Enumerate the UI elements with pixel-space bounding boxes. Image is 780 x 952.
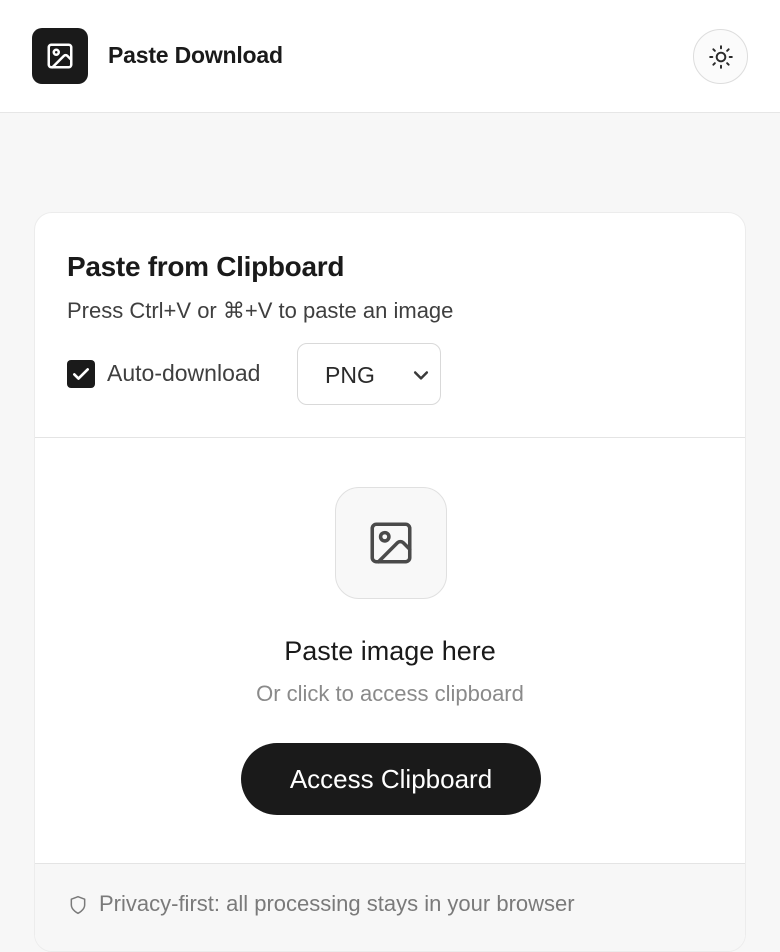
shield-icon [70,895,86,915]
privacy-note: Privacy-first: all processing stays in y… [99,891,575,916]
format-select-value: PNG [325,362,375,388]
dropzone-icon-box [335,487,447,599]
sun-icon [708,44,733,69]
privacy-footer: Privacy-first: all processing stays in y… [35,863,745,951]
app-logo [32,28,88,84]
card-header: Paste from Clipboard Press Ctrl+V or ⌘+V… [35,213,745,438]
dropzone-subtitle: Or click to access clipboard [256,681,524,706]
image-icon [370,522,412,564]
card-title: Paste from Clipboard [67,251,345,282]
app-title: Paste Download [108,42,283,68]
checkmark-icon [73,368,89,380]
auto-download-checkbox[interactable] [67,360,95,388]
image-icon [47,43,73,69]
chevron-down-icon [413,371,429,380]
paste-card: Paste from Clipboard Press Ctrl+V or ⌘+V… [34,212,746,952]
card-subtitle: Press Ctrl+V or ⌘+V to paste an image [67,298,454,323]
access-clipboard-button[interactable]: Access Clipboard [241,743,541,815]
top-bar: Paste Download [0,0,780,113]
theme-toggle-button[interactable] [693,29,748,84]
dropzone-title: Paste image here [284,636,496,666]
paste-dropzone[interactable]: Paste image here Or click to access clip… [35,439,745,863]
format-select[interactable]: PNG [297,343,441,405]
auto-download-label[interactable]: Auto-download [107,358,260,388]
